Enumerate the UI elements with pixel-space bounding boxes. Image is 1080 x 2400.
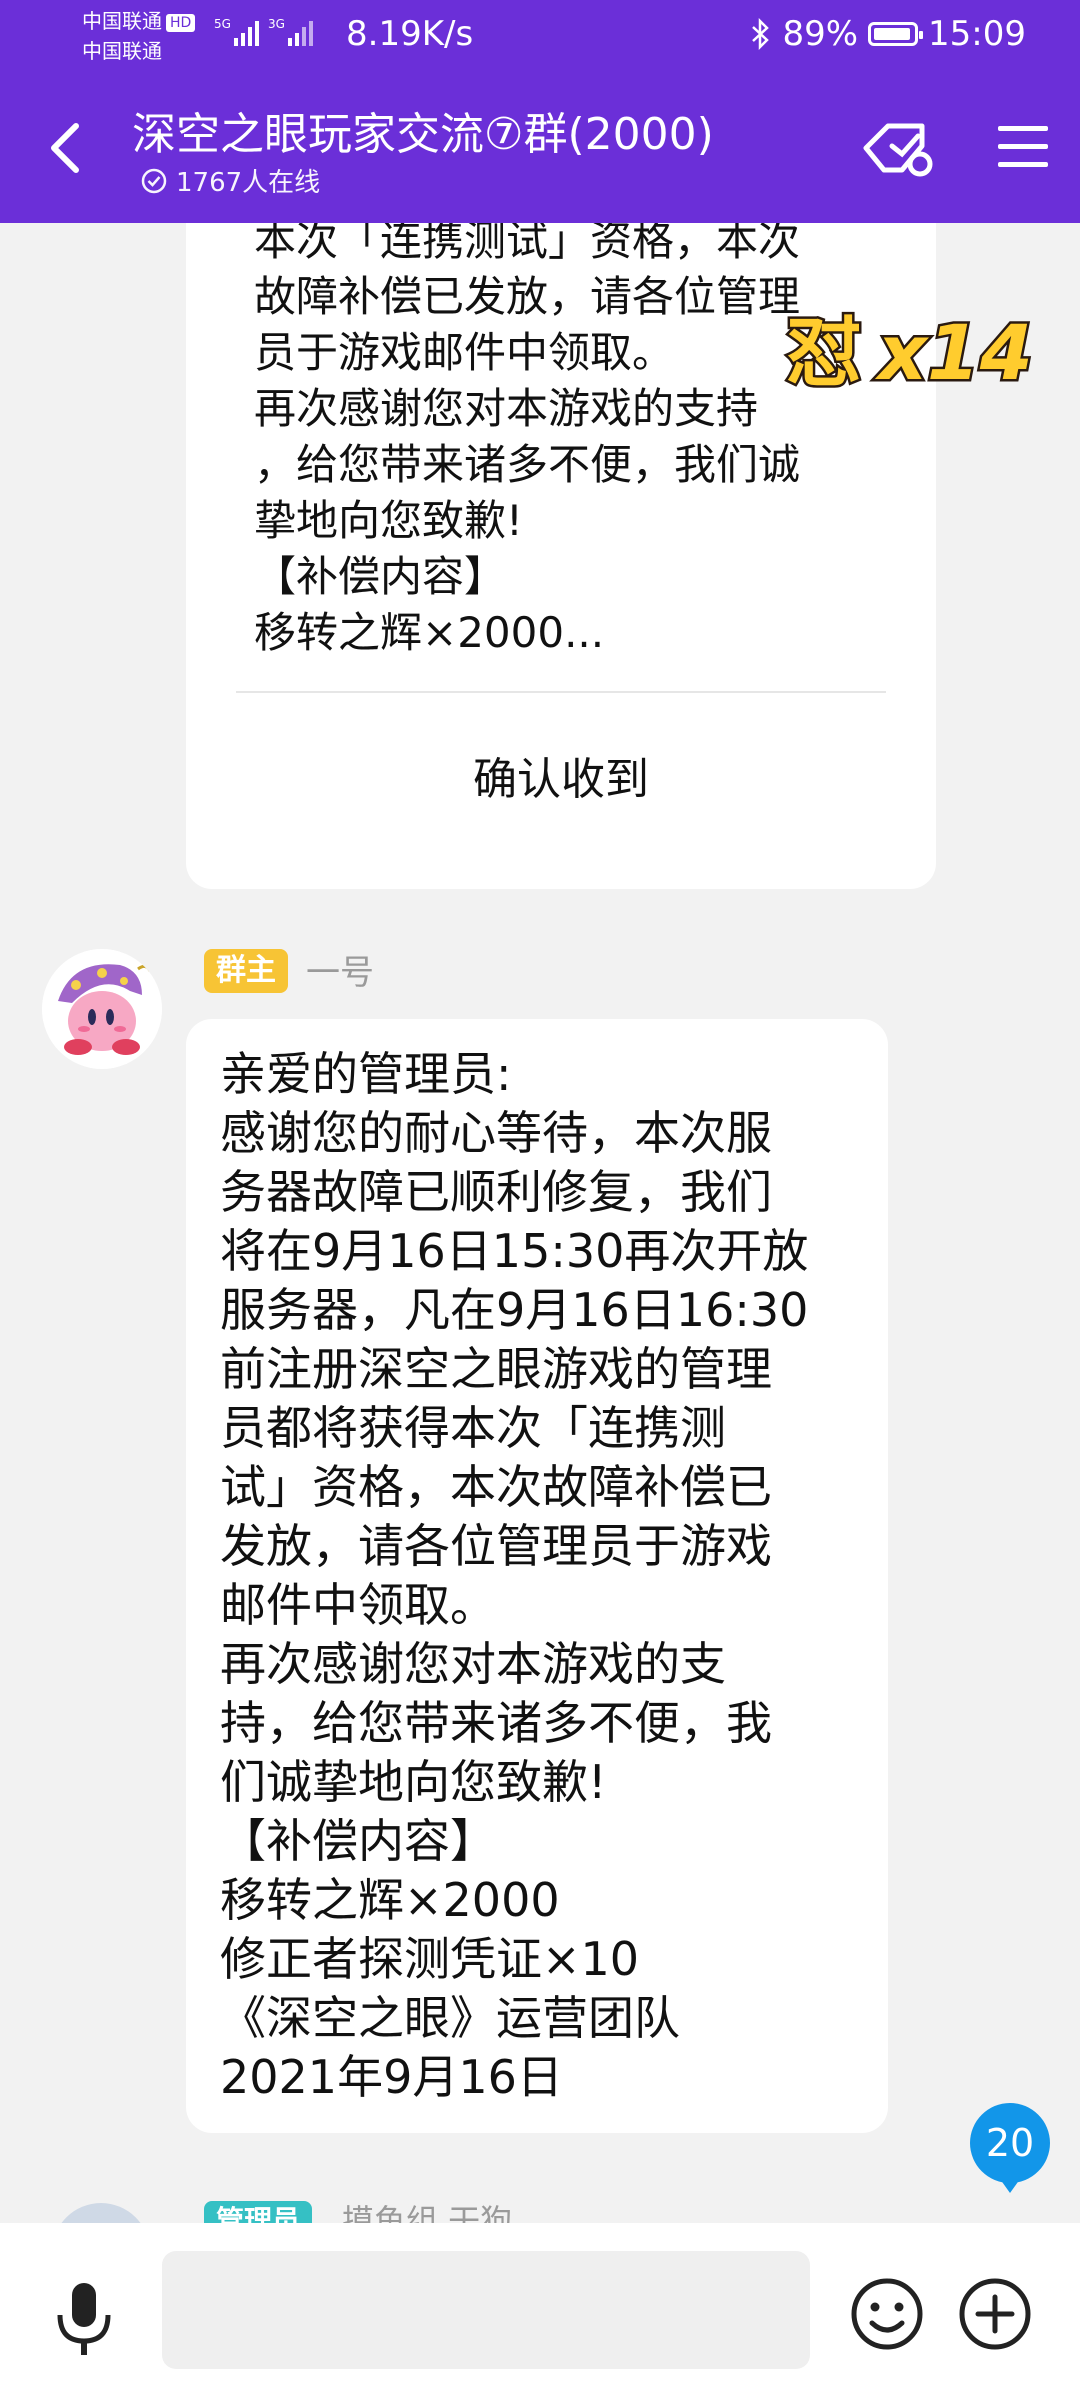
confirm-received-button[interactable]: 确认收到 <box>186 743 936 807</box>
back-arrow-icon[interactable] <box>42 118 92 178</box>
online-count: 1767人在线 <box>140 162 320 199</box>
owner-badge: 群主 <box>204 949 288 993</box>
emoji-icon[interactable] <box>850 2277 924 2351</box>
hd-badge: HD <box>166 13 196 32</box>
admin-badge: 管理员 <box>204 2201 313 2223</box>
online-count-text: 1767人在线 <box>176 168 321 198</box>
input-bar <box>0 2223 1080 2400</box>
message-input[interactable] <box>162 2251 810 2369</box>
plus-icon[interactable] <box>958 2277 1032 2351</box>
battery-percent: 89% <box>782 14 859 54</box>
signal-icon: 5G 3G <box>214 17 313 46</box>
unread-count-badge[interactable]: 20 <box>970 2103 1050 2193</box>
svg-text:5G: 5G <box>214 17 231 31</box>
avatar[interactable] <box>52 2203 150 2223</box>
carrier-2: 中国联通 <box>82 39 162 63</box>
kirby-avatar-icon <box>42 949 162 1069</box>
check-circle-icon <box>141 168 167 193</box>
carrier-info: 中国联通 HD 中国联通 <box>82 6 196 66</box>
announcement-text: 本次「连携测试」资格，本次 故障补偿已发放，请各位管理 员于游戏邮件中领取。 再… <box>254 223 801 657</box>
carrier-1: 中国联通 <box>82 9 162 33</box>
message-bubble[interactable]: 亲爱的管理员: 感谢您的耐心等待，本次服 务器故障已顺利修复，我们 将在9月16… <box>186 1019 888 2133</box>
sticker-count: x14 <box>874 308 1033 397</box>
group-title[interactable]: 深空之眼玩家交流⑦群(2000) <box>132 98 714 162</box>
svg-text:3G: 3G <box>268 17 285 31</box>
sender-name[interactable]: 一号 <box>306 951 374 995</box>
reaction-sticker[interactable]: 怼 x14 <box>782 293 1062 403</box>
message-text: 亲爱的管理员: 感谢您的耐心等待，本次服 务器故障已顺利修复，我们 将在9月16… <box>220 1047 809 2104</box>
network-speed: 8.19K/s <box>346 14 474 54</box>
clock: 15:09 <box>928 14 1026 54</box>
divider <box>236 691 886 693</box>
sticker-char: 怼 <box>786 308 862 397</box>
sender-name[interactable]: 摸鱼组 干狗 <box>342 2201 512 2223</box>
top-bar: 中国联通 HD 中国联通 5G 3G 8.19K/s 89% 15:09 深空之眼… <box>0 0 1080 223</box>
avatar[interactable] <box>42 949 162 1069</box>
sign-in-icon[interactable] <box>862 118 934 182</box>
status-right: 89% 15:09 <box>740 14 1026 54</box>
battery-icon <box>868 22 924 46</box>
menu-icon[interactable] <box>996 124 1050 170</box>
chat-area[interactable]: 本次「连携测试」资格，本次 故障补偿已发放，请各位管理 员于游戏邮件中领取。 再… <box>0 223 1080 2223</box>
bluetooth-icon <box>752 18 770 50</box>
microphone-icon[interactable] <box>52 2279 116 2359</box>
